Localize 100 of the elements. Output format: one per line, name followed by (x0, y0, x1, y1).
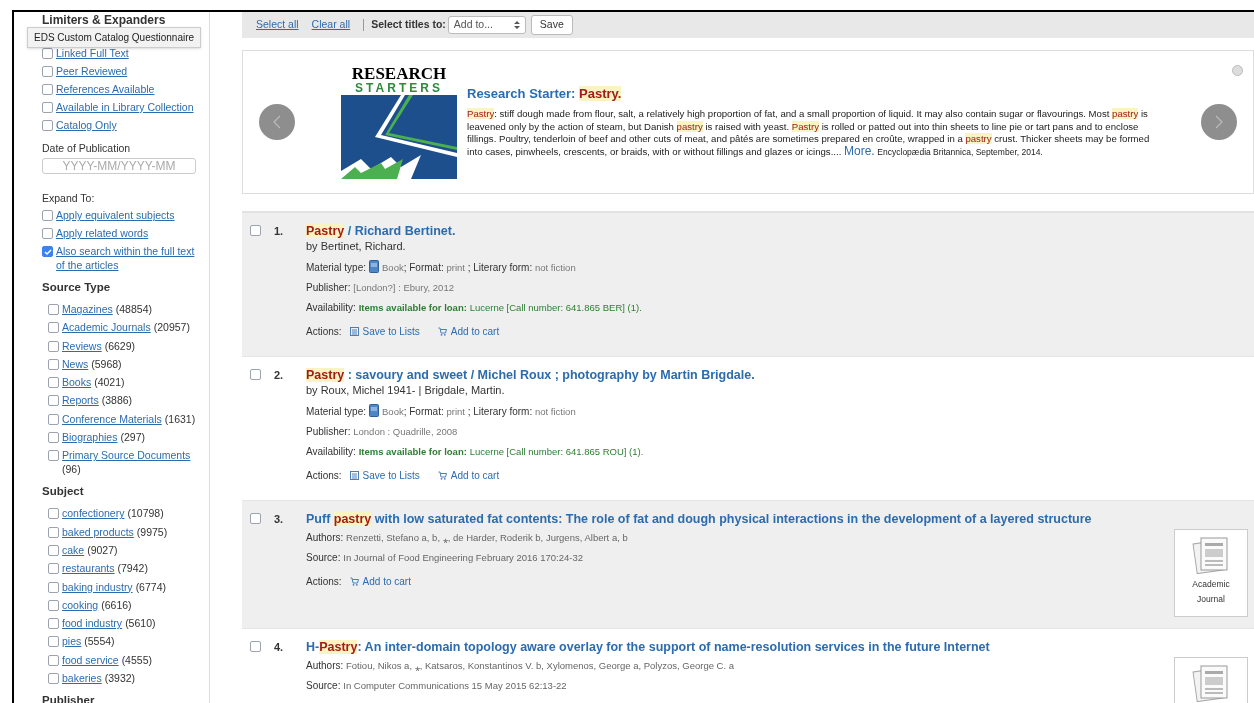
result-title-link[interactable]: H-Pastry: An inter-domain topology aware overlay for the support of name-resolution services in the future Internet (306, 639, 1174, 655)
checkbox[interactable] (42, 48, 53, 59)
result-number: 2. (273, 368, 285, 383)
result-title-link[interactable]: Pastry / Richard Bertinet. (306, 223, 1248, 239)
add-to-cart-link[interactable]: Add to cart (437, 468, 500, 483)
more-link[interactable]: More. (844, 144, 875, 159)
facet-link[interactable]: Reports (62, 393, 99, 408)
facet-link[interactable]: food industry (62, 616, 123, 631)
checkbox[interactable] (48, 654, 59, 666)
book-icon (369, 260, 380, 273)
facet-link[interactable]: Primary Source Documents (62, 448, 191, 463)
checkbox[interactable] (42, 66, 53, 77)
facet-count: (6616) (101, 597, 132, 612)
expander-link[interactable]: Also search within the full text of the articles (56, 244, 199, 272)
source-line: Source: In Computer Communications 15 May 2015 62:13-22 (306, 679, 568, 693)
facet-count: (48854) (115, 302, 152, 316)
checkbox[interactable] (48, 304, 59, 315)
next-button[interactable] (1201, 104, 1237, 140)
facet-link[interactable]: cooking (62, 597, 99, 612)
checkbox[interactable] (48, 358, 59, 370)
facet-link[interactable]: bakeries (62, 671, 102, 686)
checkbox[interactable] (48, 673, 59, 685)
facet-count: (6629) (104, 338, 136, 353)
result-title-link[interactable]: Puff pastry with low saturated fat contents: The role of fat and dough physical interactions in the development of a layered structure (306, 511, 1174, 527)
add-to-cart-link[interactable]: Add to cart (437, 324, 500, 339)
facet-count: (9027) (87, 542, 118, 557)
facet-link[interactable]: baking industry (62, 579, 133, 594)
byline: by Roux, Michel 1941- | Brigdale, Martin. (306, 383, 506, 398)
facet-link[interactable]: restaurants (62, 561, 115, 576)
checkbox[interactable] (48, 544, 59, 556)
checkbox[interactable] (42, 228, 53, 239)
result-number: 3. (273, 512, 285, 527)
facet-count: (1631) (164, 411, 196, 426)
checkbox[interactable] (250, 641, 261, 652)
facet-link[interactable]: News (62, 356, 89, 371)
facet-link[interactable]: Biographies (62, 430, 118, 445)
cart-icon (349, 577, 359, 586)
save-button[interactable]: Save (530, 15, 573, 35)
limiter-link[interactable]: Available in Library Collection (56, 100, 194, 114)
checkbox[interactable] (48, 340, 59, 352)
slide-indicator[interactable] (1232, 65, 1243, 76)
checkbox[interactable] (48, 599, 59, 611)
checkbox[interactable] (42, 120, 53, 131)
checkbox[interactable] (42, 210, 53, 221)
checkbox[interactable] (48, 563, 59, 575)
availability-line: Availability: Items available for loan: Lucerne [Call number: 641.865 BER] (1). (306, 301, 643, 315)
facet-link[interactable]: pies (62, 634, 82, 649)
limiter-link[interactable]: Peer Reviewed (56, 64, 128, 78)
cart-icon (437, 471, 447, 480)
facet-link[interactable]: food service (62, 652, 119, 667)
checkbox[interactable] (250, 513, 261, 524)
result-title-link[interactable]: Pastry : savoury and sweet / Michel Roux ; photography by Martin Brigdale. (306, 367, 1248, 383)
checkbox[interactable] (48, 526, 59, 538)
checkbox[interactable] (48, 432, 59, 444)
facet-link[interactable]: Conference Materials (62, 411, 162, 426)
facet-link[interactable]: Magazines (62, 302, 113, 316)
select-all-link[interactable]: Select all (256, 17, 299, 33)
facet-link[interactable]: confectionery (62, 506, 125, 521)
checkbox[interactable] (48, 413, 59, 425)
checkbox[interactable] (48, 581, 59, 593)
facet-count: (6774) (135, 579, 166, 594)
expander-link[interactable]: Apply related words (56, 226, 149, 240)
checkbox[interactable] (42, 246, 53, 257)
save-to-lists-link[interactable]: Save to Lists (349, 468, 420, 483)
publisher-line: Publisher: [London?] : Ebury, 2012 (306, 281, 455, 295)
facet-link[interactable]: cake (62, 542, 85, 557)
checkbox[interactable] (42, 84, 53, 95)
add-to-select[interactable]: Add to... (447, 16, 526, 34)
checkbox[interactable] (250, 225, 261, 236)
limiter-link[interactable]: Linked Full Text (56, 46, 129, 60)
facet-count: (3886) (101, 393, 133, 408)
limiter-link[interactable]: Catalog Only (56, 118, 117, 132)
facet-count: (10798) (127, 506, 164, 521)
previous-button[interactable] (259, 104, 295, 140)
actions-label: Actions: (306, 325, 342, 339)
facet-link[interactable]: baked products (62, 524, 134, 539)
actions-label: Actions: (306, 469, 342, 483)
facet-link[interactable]: Reviews (62, 338, 102, 353)
checkbox[interactable] (48, 508, 59, 520)
limiter-link[interactable]: References Available (56, 82, 155, 96)
facet-link[interactable]: Academic Journals (62, 320, 151, 335)
checkbox[interactable] (48, 450, 59, 462)
result-number: 1. (273, 224, 285, 239)
facet-link[interactable]: Books (62, 375, 92, 390)
facet-count: (9975) (136, 524, 168, 539)
research-starter-title[interactable]: Research Starter: Pastry. (467, 85, 1157, 104)
checkbox[interactable] (48, 377, 59, 389)
facet-heading: Subject (42, 484, 85, 499)
checkbox[interactable] (42, 102, 53, 113)
save-to-lists-link[interactable]: Save to Lists (349, 324, 420, 339)
checkbox[interactable] (250, 369, 261, 380)
checkbox[interactable] (48, 636, 59, 648)
expander-link[interactable]: Apply equivalent subjects (56, 208, 175, 222)
clear-all-link[interactable]: Clear all (311, 17, 351, 33)
date-field[interactable]: YYYY-MM/YYYY-MM (42, 158, 196, 174)
checkbox[interactable] (48, 618, 59, 630)
checkbox[interactable] (48, 322, 59, 334)
material-type-line: Material type: Book; Format: print ; Literary form: not fiction (306, 404, 577, 419)
checkbox[interactable] (48, 395, 59, 407)
add-to-cart-link[interactable]: Add to cart (349, 574, 411, 589)
